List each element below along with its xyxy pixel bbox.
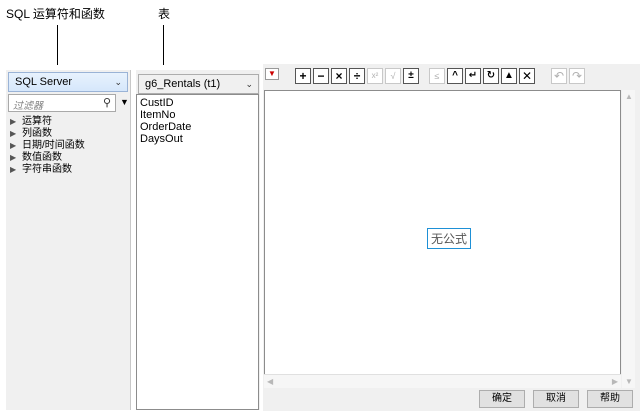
table-select-value: g6_Rentals (t1): [145, 78, 221, 90]
functions-panel: SQL Server ⌄ 过滤器 ⚲ ▼ ▶ 运算符 ▶ 列函数 ▶ 日期/时间函数 …: [6, 70, 131, 410]
undo-icon[interactable]: ↶: [551, 68, 567, 84]
empty-formula-label[interactable]: 无公式: [427, 228, 472, 249]
sql-dialect-dropdown[interactable]: SQL Server ⌄: [8, 72, 128, 92]
function-category-tree: ▶ 运算符 ▶ 列函数 ▶ 日期/时间函数 ▶ 数值函数 ▶ 字符串函数: [10, 116, 85, 176]
callout-line-left: [57, 25, 58, 65]
callout-sql-operators-functions: SQL 运算符和函数: [6, 7, 105, 21]
expand-triangle-icon[interactable]: ▶: [10, 152, 22, 164]
chevron-down-icon: ⌄: [245, 79, 253, 89]
menu-dropdown-icon[interactable]: ▼: [265, 68, 279, 80]
insert-icon[interactable]: ↵: [465, 68, 481, 84]
filter-placeholder: 过滤器: [13, 101, 43, 112]
filter-input[interactable]: 过滤器 ⚲: [8, 94, 116, 112]
scroll-down-icon[interactable]: ▼: [625, 377, 633, 386]
cancel-button[interactable]: 取消: [533, 390, 579, 408]
table-columns-panel: g6_Rentals (t1) ⌄ CustID ItemNo OrderDat…: [136, 70, 260, 410]
expand-triangle-icon[interactable]: ▶: [10, 140, 22, 152]
sql-dialect-value: SQL Server: [15, 76, 73, 88]
horizontal-scrollbar[interactable]: ◀ ▶: [264, 374, 621, 388]
caret-up-icon[interactable]: ^: [447, 68, 463, 84]
formula-editor: ▼ + − × ÷ x² √ ± ≤ ^ ↵ ↻ ▲ ✕ ↶ ↷ 无公式 ▲ ▼…: [263, 64, 640, 411]
scroll-up-icon[interactable]: ▲: [625, 92, 633, 101]
vertical-scrollbar[interactable]: ▲ ▼: [622, 90, 635, 388]
tree-item-string-functions[interactable]: ▶ 字符串函数: [10, 164, 85, 176]
tree-item-operators[interactable]: ▶ 运算符: [10, 116, 85, 128]
divide-icon[interactable]: ÷: [349, 68, 365, 84]
expand-triangle-icon[interactable]: ▶: [10, 164, 22, 176]
tree-item-numeric-functions[interactable]: ▶ 数值函数: [10, 152, 85, 164]
multiply-icon[interactable]: ×: [331, 68, 347, 84]
subtract-icon[interactable]: −: [313, 68, 329, 84]
tree-item-datetime-functions[interactable]: ▶ 日期/时间函数: [10, 140, 85, 152]
scroll-right-icon[interactable]: ▶: [612, 377, 618, 386]
list-item[interactable]: ItemNo: [140, 109, 255, 121]
ok-button[interactable]: 确定: [479, 390, 525, 408]
callout-table: 表: [158, 7, 171, 21]
plus-minus-icon[interactable]: ±: [403, 68, 419, 84]
list-item[interactable]: CustID: [140, 97, 255, 109]
callout-line-table: [163, 25, 164, 65]
redo-icon[interactable]: ↷: [569, 68, 585, 84]
table-select-dropdown[interactable]: g6_Rentals (t1) ⌄: [138, 74, 259, 94]
list-item[interactable]: OrderDate: [140, 121, 255, 133]
help-button[interactable]: 帮助: [587, 390, 633, 408]
filter-menu-arrow-icon[interactable]: ▼: [120, 97, 129, 107]
search-icon[interactable]: ⚲: [103, 96, 111, 109]
scroll-left-icon[interactable]: ◀: [267, 377, 273, 386]
apply-icon[interactable]: ▲: [501, 68, 517, 84]
chevron-down-icon: ⌄: [114, 77, 122, 87]
list-item[interactable]: DaysOut: [140, 133, 255, 145]
root-icon[interactable]: √: [385, 68, 401, 84]
tree-item-column-functions[interactable]: ▶ 列函数: [10, 128, 85, 140]
expand-triangle-icon[interactable]: ▶: [10, 116, 22, 128]
swap-icon[interactable]: ↻: [483, 68, 499, 84]
column-list: CustID ItemNo OrderDate DaysOut: [136, 94, 259, 410]
compare-icon[interactable]: ≤: [429, 68, 445, 84]
formula-canvas[interactable]: 无公式: [264, 90, 621, 388]
add-icon[interactable]: +: [295, 68, 311, 84]
expand-triangle-icon[interactable]: ▶: [10, 128, 22, 140]
delete-icon[interactable]: ✕: [519, 68, 535, 84]
power-icon[interactable]: x²: [367, 68, 383, 84]
